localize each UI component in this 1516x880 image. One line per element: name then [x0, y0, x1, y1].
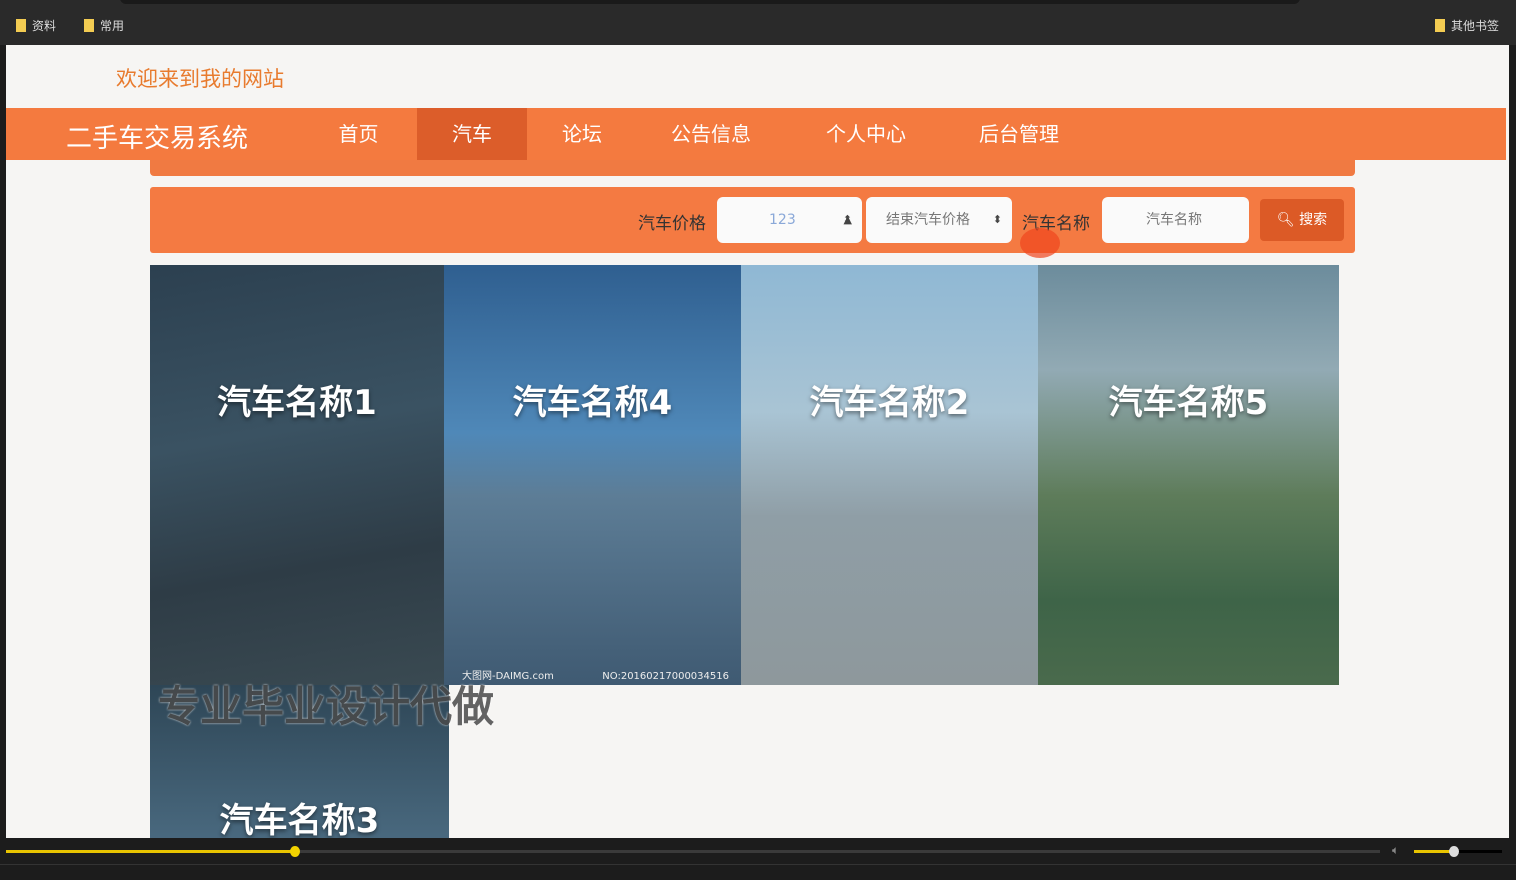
cursor-highlight: [1020, 228, 1060, 258]
price-end-input[interactable]: 结束汽车价格 ⬍: [866, 197, 1012, 243]
car-card[interactable]: 汽车名称4 大图网-DAIMG.com NO:20160217000034516: [444, 265, 741, 685]
brand-title: 二手车交易系统: [66, 124, 249, 154]
progress-slider[interactable]: [6, 846, 1380, 857]
car-card[interactable]: 汽车名称5: [1038, 265, 1339, 685]
welcome-text: 欢迎来到我的网站: [116, 67, 284, 91]
other-bookmarks[interactable]: 其他书签: [1435, 17, 1499, 34]
volume-slider[interactable]: [1414, 846, 1502, 857]
nav-bar: 二手车交易系统 首页 汽车 论坛 公告信息 个人中心 后台管理: [6, 108, 1506, 160]
volume-knob[interactable]: [1448, 846, 1459, 857]
tab-cars[interactable]: 汽车: [417, 108, 527, 160]
image-id: NO:20160217000034516: [602, 671, 729, 682]
divider-strip: [150, 160, 1355, 176]
price-label: 汽车价格: [638, 214, 706, 234]
price-start-value: 123: [769, 212, 796, 228]
folder-icon: [84, 19, 94, 32]
volume-icon[interactable]: 🔈︎: [1392, 843, 1399, 858]
search-bar: 汽车价格 123 ▲ ⬍ 结束汽车价格 ⬍ 汽车名称 汽车名称 🔍︎ 搜索: [150, 187, 1355, 253]
folder-icon: [16, 19, 26, 32]
bookmark-label: 资料: [32, 19, 57, 33]
address-bar[interactable]: [120, 0, 1300, 4]
car-name: 汽车名称2: [809, 383, 970, 423]
page: 欢迎来到我的网站 二手车交易系统 首页 汽车 论坛 公告信息 个人中心 后台管理…: [6, 45, 1509, 838]
car-name: 汽车名称4: [512, 383, 673, 423]
tab-home[interactable]: 首页: [306, 108, 411, 160]
search-button-label: 搜索: [1299, 212, 1328, 228]
car-name: 汽车名称1: [217, 383, 377, 423]
tab-admin[interactable]: 后台管理: [954, 108, 1084, 160]
volume-fill: [1414, 850, 1454, 853]
car-name: 汽车名称3: [219, 801, 380, 838]
car-card[interactable]: 汽车名称1: [150, 265, 444, 685]
name-input[interactable]: 汽车名称: [1102, 197, 1249, 243]
car-card[interactable]: 汽车名称2: [741, 265, 1038, 685]
watermark: 专业毕业设计代做: [158, 682, 495, 731]
progress-knob[interactable]: [289, 846, 300, 857]
tab-profile[interactable]: 个人中心: [801, 108, 931, 160]
bookmarks-bar: 资料 常用 其他书签: [0, 0, 1516, 45]
price-end-placeholder: 结束汽车价格: [886, 212, 970, 228]
progress-fill: [6, 850, 295, 853]
bookmark-label: 常用: [100, 19, 125, 33]
bookmark-item[interactable]: 资料: [16, 17, 56, 34]
price-start-input[interactable]: 123 ▲ ⬍: [717, 197, 862, 243]
tab-forum[interactable]: 论坛: [527, 108, 637, 160]
search-button[interactable]: 🔍︎ 搜索: [1260, 199, 1344, 241]
spinner-arrows: ⬍: [842, 213, 852, 226]
search-icon: 🔍︎: [1276, 212, 1295, 228]
car-name: 汽车名称5: [1108, 383, 1269, 423]
divider: [0, 864, 1516, 865]
folder-icon: [1435, 19, 1445, 32]
bookmark-label: 其他书签: [1451, 19, 1500, 33]
bookmark-item[interactable]: 常用: [84, 17, 124, 34]
tab-notices[interactable]: 公告信息: [646, 108, 776, 160]
video-player-bar: 🔈︎: [0, 838, 1516, 880]
spinner-icon[interactable]: ⬍: [993, 197, 1002, 243]
